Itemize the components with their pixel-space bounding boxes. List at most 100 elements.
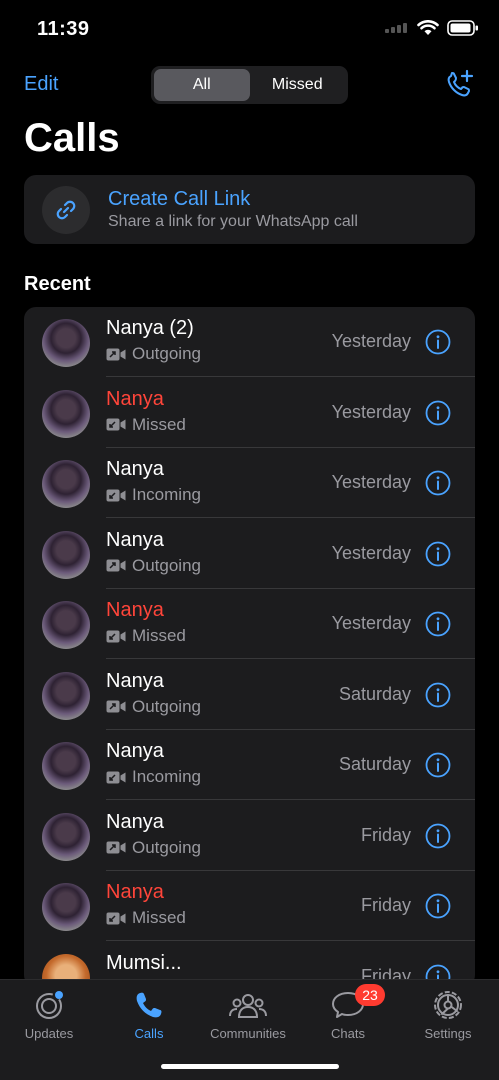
contact-avatar[interactable] <box>42 319 90 367</box>
call-type: Outgoing <box>106 697 201 717</box>
phone-icon <box>136 992 162 1018</box>
recent-section-title: Recent <box>24 273 91 295</box>
contact-avatar[interactable] <box>42 601 90 649</box>
segment-missed[interactable]: Missed <box>250 69 346 101</box>
settings-gear-icon <box>434 991 462 1019</box>
info-icon <box>425 682 451 707</box>
tab-chats[interactable]: 23 Chats <box>303 984 393 1041</box>
info-icon <box>425 400 451 425</box>
call-row[interactable]: Nanya Outgoing Saturday <box>24 660 475 730</box>
video-camera-icon <box>106 489 126 501</box>
call-info-button[interactable] <box>425 611 451 642</box>
call-row[interactable]: Nanya (2) Outgoing Yesterday <box>24 307 475 377</box>
call-info-button[interactable] <box>425 893 451 924</box>
call-type: Missed <box>106 908 186 928</box>
contact-name: Nanya <box>106 881 164 903</box>
call-row[interactable]: Nanya Missed Yesterday <box>24 378 475 448</box>
call-row[interactable]: Nanya Outgoing Friday <box>24 801 475 871</box>
call-type-label: Missed <box>132 414 186 434</box>
communities-icon <box>229 994 267 1018</box>
edit-button[interactable]: Edit <box>24 73 58 96</box>
wifi-icon <box>417 20 439 35</box>
contact-name: Nanya <box>106 387 164 410</box>
call-info-button[interactable] <box>425 752 451 783</box>
tab-calls[interactable]: Calls <box>104 988 194 1041</box>
phone-plus-icon <box>447 69 474 97</box>
tab-communities-label: Communities <box>210 1026 286 1041</box>
call-row[interactable]: Nanya Outgoing Yesterday <box>24 519 475 589</box>
contact-name: Mumsi... <box>106 951 182 974</box>
call-type-label: Incoming <box>132 485 201 504</box>
tab-updates[interactable]: Updates <box>4 988 94 1041</box>
call-type-label: Outgoing <box>132 696 201 716</box>
call-info-button[interactable] <box>425 823 451 854</box>
tab-chats-label: Chats <box>331 1026 365 1041</box>
video-camera-icon <box>106 841 126 854</box>
video-camera-icon <box>106 559 126 572</box>
updates-icon <box>36 991 63 1019</box>
info-icon <box>425 329 451 355</box>
call-type-label: Missed <box>132 626 186 645</box>
contact-name: Nanya <box>106 810 164 833</box>
call-info-button[interactable] <box>425 682 451 713</box>
recent-calls-list: Nanya (2) Outgoing Yesterday Nanya Missed Yes… <box>24 307 475 987</box>
call-info-button[interactable] <box>425 470 451 501</box>
info-icon <box>425 752 451 778</box>
contact-avatar[interactable] <box>42 389 90 438</box>
filter-segmented-control: All Missed <box>151 66 348 104</box>
call-type-label: Outgoing <box>132 837 201 857</box>
call-time: Yesterday <box>331 401 411 422</box>
info-icon <box>425 893 451 919</box>
tab-settings[interactable]: Settings <box>403 988 493 1041</box>
status-time: 11:39 <box>37 18 90 40</box>
contact-avatar[interactable] <box>42 742 90 790</box>
call-row[interactable]: Nanya Incoming Yesterday <box>24 448 475 518</box>
call-time: Yesterday <box>331 542 411 563</box>
call-type: Missed <box>106 626 186 646</box>
chats-unread-badge: 23 <box>355 984 385 1006</box>
contact-avatar[interactable] <box>42 671 90 720</box>
create-call-link-subtitle: Share a link for your WhatsApp call <box>108 213 358 230</box>
status-icons <box>385 20 479 36</box>
call-info-button[interactable] <box>425 541 451 572</box>
top-bar: Edit All Missed <box>0 62 499 108</box>
call-type: Missed <box>106 415 186 435</box>
call-row[interactable]: Nanya Incoming Saturday <box>24 730 475 800</box>
contact-avatar[interactable] <box>42 530 90 579</box>
contact-avatar[interactable] <box>42 460 90 508</box>
video-camera-icon <box>106 771 126 783</box>
create-call-link-card[interactable]: Create Call Link Share a link for your W… <box>24 175 475 244</box>
video-camera-icon <box>106 700 126 713</box>
call-info-button[interactable] <box>425 400 451 431</box>
new-call-button[interactable] <box>445 68 475 105</box>
contact-avatar[interactable] <box>42 812 90 861</box>
call-time: Yesterday <box>331 472 411 492</box>
contact-name: Nanya <box>106 669 164 692</box>
video-camera-icon <box>106 348 126 360</box>
call-time: Yesterday <box>331 613 411 633</box>
page-title: Calls <box>24 116 120 160</box>
contact-avatar[interactable] <box>42 883 90 931</box>
call-time: Saturday <box>338 754 411 774</box>
contact-name: Nanya <box>106 599 164 621</box>
info-icon <box>425 611 451 637</box>
call-type-label: Missed <box>132 908 186 927</box>
tab-settings-label: Settings <box>424 1026 472 1041</box>
signal-icon <box>385 23 407 33</box>
call-time: Friday <box>360 895 411 915</box>
battery-icon <box>447 20 478 36</box>
call-row[interactable]: Nanya Missed Friday <box>24 871 475 941</box>
tab-updates-label: Updates <box>24 1026 74 1041</box>
segment-all[interactable]: All <box>154 69 250 101</box>
call-type-label: Outgoing <box>132 344 201 363</box>
home-indicator <box>161 1064 339 1069</box>
contact-name: Nanya <box>106 740 164 762</box>
contact-name: Nanya <box>106 528 164 551</box>
video-camera-icon <box>106 418 126 431</box>
call-info-button[interactable] <box>425 329 451 360</box>
contact-name: Nanya (2) <box>106 317 194 339</box>
call-row[interactable]: Nanya Missed Yesterday <box>24 589 475 659</box>
tab-communities[interactable]: Communities <box>203 988 293 1041</box>
info-icon <box>425 541 451 566</box>
info-icon <box>425 823 451 848</box>
